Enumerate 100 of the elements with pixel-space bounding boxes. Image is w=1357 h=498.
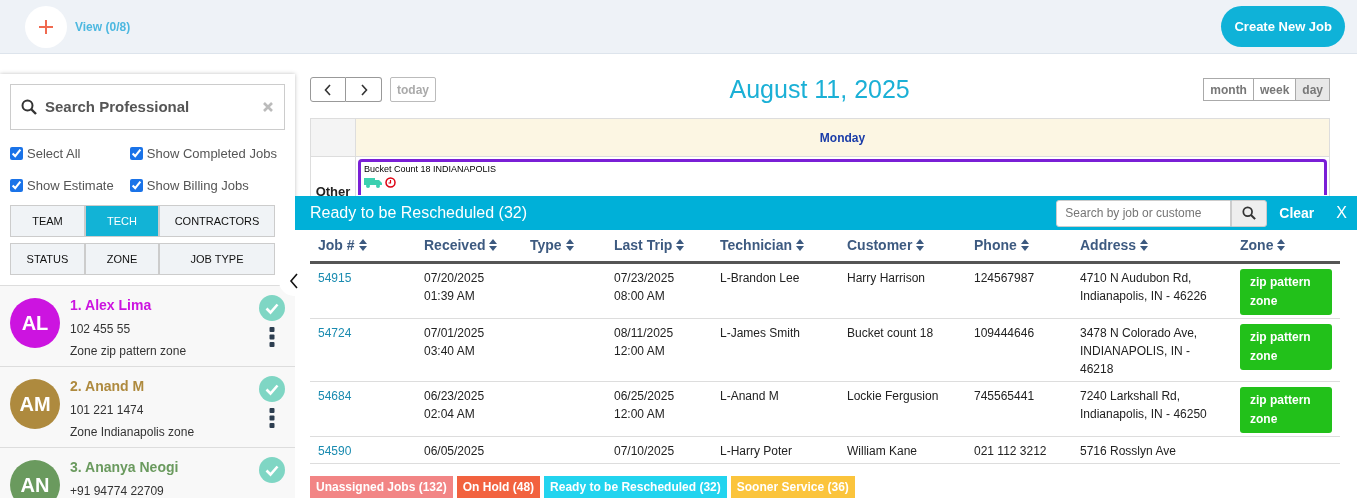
phone-text: 102 455 55 [70,321,132,338]
table-cell-text: 3478 N Colorado Ave, INDIANAPOLIS, IN - 46218 [1080,325,1199,378]
view-tab[interactable]: month [1203,78,1254,101]
filter-tab[interactable]: ZONE [85,243,159,275]
add-button[interactable] [25,5,67,48]
job-link[interactable]: 54590 [318,444,352,458]
clear-button[interactable]: Clear [1267,202,1315,224]
chevron-right-icon [359,83,368,96]
column-header[interactable]: Technician [712,230,839,263]
sort-icon [796,239,805,251]
table-cell-text: 03:40 AM [424,343,476,360]
filter-tab[interactable]: STATUS [10,243,85,275]
table-cell-text: 12:00 AM [614,406,666,423]
create-job-button[interactable]: Create New Job [1221,5,1345,48]
table-cell-text: Bucket count 18 [847,325,935,342]
column-header[interactable]: Address [1072,230,1232,263]
plus-icon [38,18,54,35]
queue-tab[interactable]: Unassigned Jobs (132) [310,476,453,498]
table-cell-text: 06/23/2025 [424,388,486,405]
column-header[interactable]: Type [522,230,606,263]
filter-tab[interactable]: TECH [85,205,159,237]
checkbox[interactable] [10,147,23,161]
view-tab[interactable]: day [1296,78,1330,101]
table-cell-text: L-Anand M [720,388,780,405]
table-cell-text: 745565441 [974,388,1036,405]
table-cell-text: 07/01/2025 [424,325,486,342]
job-search-field[interactable]: Search by job or custome [1056,199,1232,227]
professional-name[interactable]: 3. Ananya Neogi [70,457,179,478]
sort-icon [489,239,498,251]
table-cell-text: 06/05/2025 [424,443,486,460]
calendar-title: August 11, 2025 [728,73,911,105]
column-header[interactable]: Received [416,230,522,263]
checkbox[interactable] [10,178,23,192]
table-cell-text: 109444646 [974,325,1036,342]
checkbox[interactable] [129,147,143,161]
sort-icon [1140,239,1149,251]
filter-tab[interactable]: CONTRACTORS [159,205,275,237]
table-cell-text: 07/20/2025 [424,270,486,287]
close-button[interactable]: X [1314,201,1347,225]
column-header[interactable]: Zone [1232,230,1340,263]
view-tab[interactable]: week [1253,78,1297,101]
today-button[interactable]: today [390,77,436,102]
checkbox-option[interactable]: Show Billing Jobs [129,175,285,195]
sort-icon [1020,239,1029,251]
table-cell-text: 7240 Larkshall Rd, Indianapolis, IN - 46250 [1080,388,1208,423]
phone-text: +91 94774 22709 [70,483,165,498]
truck-icon [364,176,382,188]
table-cell-text: 07/10/2025 [614,443,676,460]
sort-icon [916,239,925,251]
checkbox-option[interactable]: Show Estimate [10,175,122,195]
search-button[interactable] [1231,199,1268,227]
check-icon [259,376,285,402]
phone-text: 101 221 1474 [70,402,145,419]
chevron-left-icon [289,273,299,289]
queue-tab[interactable]: On Hold (48) [456,476,541,498]
filter-tab[interactable]: TEAM [10,205,85,237]
chevron-left-icon [324,83,332,96]
table-cell-text: 021 112 3212 [974,443,1048,460]
zone-badge: zip pattern zone [1240,387,1332,433]
column-header[interactable]: Phone [966,230,1072,263]
event-title: Bucket Count 18 INDIANAPOLIS [364,163,498,176]
table-cell-text: 08:00 AM [614,288,666,305]
professional-name[interactable]: 1. Alex Lima [70,295,187,316]
job-link[interactable]: 54915 [318,271,352,285]
check-icon [259,457,285,483]
job-link[interactable]: 54724 [318,326,352,340]
checkbox[interactable] [129,178,143,192]
table-cell-text: 4710 N Audubon Rd, Indianapolis, IN - 46226 [1080,270,1208,305]
column-header[interactable]: Last Trip [606,230,712,263]
avatar: AN [10,460,60,498]
zone-badge: zip pattern zone [1240,269,1332,315]
table-cell-text: L-Harry Poter [720,443,794,460]
search-icon [21,99,37,115]
calendar-event[interactable]: Bucket Count 18 INDIANAPOLIS [358,159,1327,195]
sort-icon [565,239,574,251]
job-link[interactable]: 54684 [318,389,352,403]
table-cell-text: 07/23/2025 [614,270,676,287]
search-icon [1242,206,1257,220]
table-cell-text: 08/11/2025 [614,325,675,342]
table-cell-text: L-James Smith [720,325,802,342]
table-cell-text: 02:04 AM [424,406,476,423]
avatar: AL [10,298,60,348]
filter-tab[interactable]: JOB TYPE [159,243,275,275]
search-box[interactable]: Search Professional [10,84,285,130]
previous-button[interactable] [310,77,346,102]
table-cell-text: William Kane [847,443,919,460]
checkbox-option[interactable]: Show Completed Jobs [129,144,285,164]
day-header: Monday [356,119,1329,157]
column-header[interactable]: Customer [839,230,966,263]
next-button[interactable] [346,77,382,102]
zone-text: Zone Indianapolis zone [70,424,195,441]
table-cell-text: L-Brandon Lee [720,270,801,287]
more-icon[interactable] [269,327,275,347]
more-icon[interactable] [269,408,275,428]
column-header[interactable]: Job # [310,230,416,263]
table-cell-text: 124567987 [974,270,1036,287]
table-cell-text: 12:00 AM [614,343,666,360]
checkbox-option[interactable]: Select All [10,144,122,164]
professional-name[interactable]: 2. Anand M [70,376,195,397]
check-icon [259,295,285,321]
